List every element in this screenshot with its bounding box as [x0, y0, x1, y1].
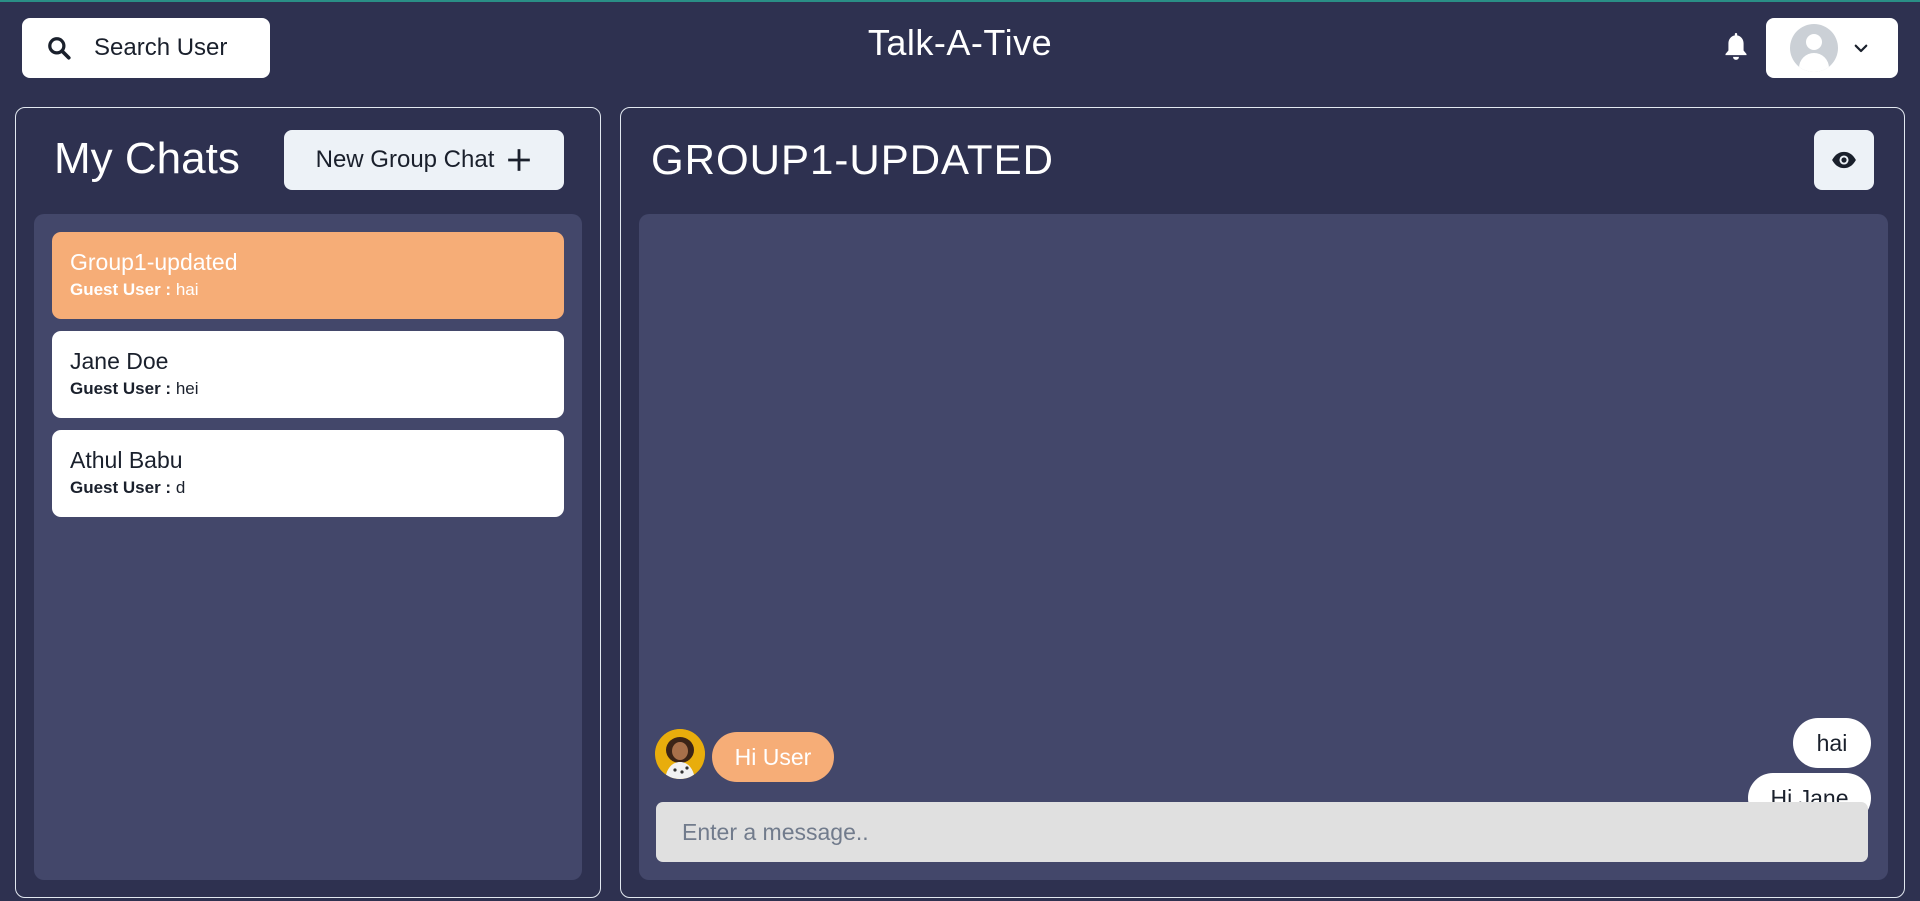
chat-list: Group1-updated Guest User : hai Jane Doe…	[34, 214, 582, 880]
chat-latest-text: d	[175, 478, 186, 497]
my-chats-panel: My Chats New Group Chat Group1-updated G…	[15, 107, 601, 898]
chat-list-item[interactable]: Jane Doe Guest User : hei	[52, 331, 564, 418]
top-accent-line	[0, 0, 1920, 2]
chat-latest-sender: Guest User :	[70, 478, 172, 497]
chat-panel: GROUP1-UPDATED hai Hi Jane Hi User	[620, 107, 1905, 898]
chat-latest-message: Guest User : d	[70, 478, 546, 498]
chevron-down-icon	[1854, 44, 1868, 53]
chat-name: Athul Babu	[70, 447, 183, 473]
bell-icon[interactable]	[1722, 30, 1750, 64]
my-chats-title: My Chats	[54, 134, 240, 183]
profile-menu-button[interactable]	[1766, 18, 1898, 78]
chat-list-item[interactable]: Athul Babu Guest User : d	[52, 430, 564, 517]
chat-list-item[interactable]: Group1-updated Guest User : hai	[52, 232, 564, 319]
chat-name: Jane Doe	[70, 348, 169, 374]
message-input[interactable]	[656, 802, 1868, 862]
chat-latest-message: Guest User : hai	[70, 280, 546, 300]
chat-name: Group1-updated	[70, 249, 238, 275]
app-title: Talk-A-Tive	[867, 22, 1053, 63]
eye-icon	[1832, 151, 1856, 169]
plus-icon	[508, 149, 531, 171]
sender-avatar	[655, 729, 705, 779]
default-avatar-icon	[1790, 24, 1838, 72]
chat-title: GROUP1-UPDATED	[651, 136, 1054, 183]
new-group-chat-button[interactable]: New Group Chat	[284, 130, 564, 190]
chat-latest-text: hei	[175, 379, 199, 398]
chat-latest-message: Guest User : hei	[70, 379, 546, 399]
chat-latest-sender: Guest User :	[70, 379, 172, 398]
chat-latest-sender: Guest User :	[70, 280, 172, 299]
view-group-button[interactable]	[1814, 130, 1874, 190]
message-bubble-received: Hi User	[712, 732, 834, 782]
chat-latest-text: hai	[175, 280, 199, 299]
message-bubble-sent: hai	[1793, 718, 1871, 768]
messages-area: hai Hi Jane Hi User	[639, 214, 1888, 880]
new-group-chat-label: New Group Chat	[315, 146, 495, 173]
